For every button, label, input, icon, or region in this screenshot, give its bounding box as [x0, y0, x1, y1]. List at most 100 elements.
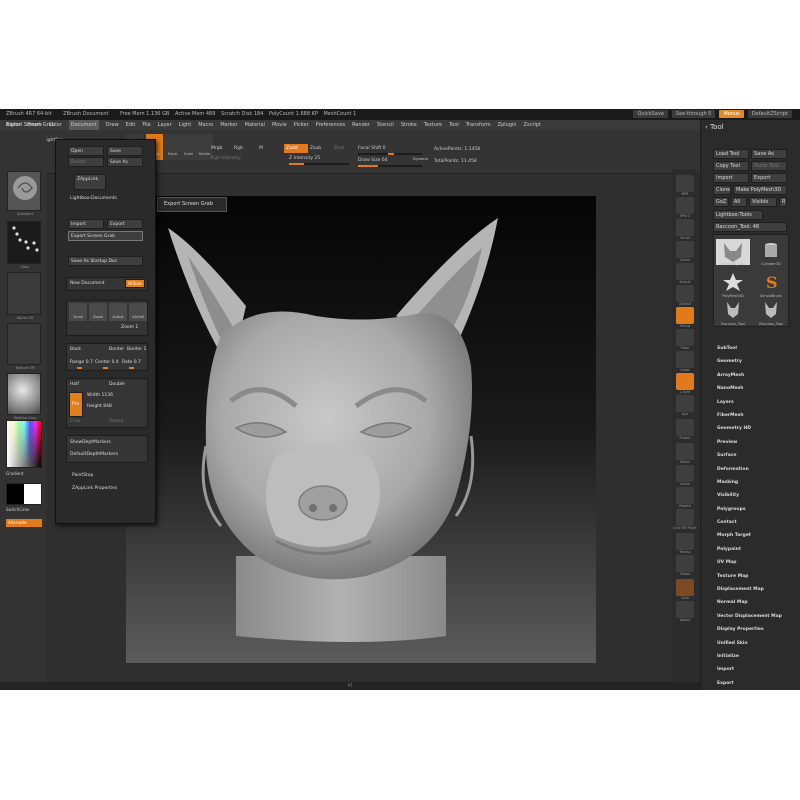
- subpalette-arraymesh[interactable]: ArrayMesh: [717, 369, 799, 382]
- m-button[interactable]: M: [259, 146, 263, 151]
- subpalette-nanomesh[interactable]: NanoMesh: [717, 382, 799, 395]
- border-slider[interactable]: Border 1: [127, 347, 146, 352]
- export-tool-button[interactable]: Export: [751, 173, 787, 183]
- subpalette-uv-map[interactable]: UV Map: [717, 556, 799, 569]
- current-tool-slider[interactable]: Raccoon_Tool: 48: [713, 222, 787, 232]
- lightbox-tools-button[interactable]: Lightbox›Tools: [713, 210, 763, 220]
- subpalette-layers[interactable]: Layers: [717, 396, 799, 409]
- subpalette-normal-map[interactable]: Normal Map: [717, 596, 799, 609]
- export-screen-grab-button[interactable]: Export Screen Grab: [68, 231, 143, 241]
- menu-stroke[interactable]: Stroke: [401, 120, 417, 130]
- quicksave-button[interactable]: QuickSave: [633, 110, 668, 118]
- ghost-button[interactable]: [676, 555, 694, 572]
- subpalette-vector-displacement-map[interactable]: Vector Displacement Map: [717, 610, 799, 623]
- menu-document[interactable]: Document: [68, 120, 99, 130]
- subpalette-geometry[interactable]: Geometry: [717, 355, 799, 368]
- actual-button[interactable]: [676, 263, 694, 280]
- mrgb-button[interactable]: Mrgb: [211, 146, 222, 151]
- make-polymesh-button[interactable]: Make PolyMesh3D: [733, 185, 787, 195]
- menu-picker[interactable]: Picker: [294, 120, 309, 130]
- new-document-button[interactable]: New Document: [70, 281, 105, 286]
- floor-button[interactable]: [676, 329, 694, 346]
- alternate-button[interactable]: Alternate: [6, 519, 42, 527]
- open-button[interactable]: Open: [68, 146, 104, 156]
- xyz-button[interactable]: [676, 395, 694, 412]
- menu-file[interactable]: File: [142, 120, 150, 130]
- menus-button[interactable]: Menus: [719, 110, 744, 118]
- z-intensity-slider[interactable]: Z Intensity 25: [289, 156, 320, 161]
- subpalette-display-properties[interactable]: Display Properties: [717, 623, 799, 636]
- zoom-button[interactable]: [676, 241, 694, 258]
- save-as-tool-button[interactable]: Save As: [751, 149, 787, 159]
- zoom-doc-slider[interactable]: Zoom 1: [121, 325, 138, 330]
- tool-thumbnail[interactable]: Raccoon_Tool: [754, 299, 788, 326]
- spix-3-button[interactable]: [676, 197, 694, 214]
- aahalf-view-button[interactable]: AAHalf: [129, 303, 147, 321]
- texture-thumbnail[interactable]: Texture Off: [7, 323, 41, 370]
- import-button[interactable]: Import: [68, 219, 104, 229]
- menu-preferences[interactable]: Preferences: [316, 120, 345, 130]
- subpalette-unified-skin[interactable]: Unified Skin: [717, 637, 799, 650]
- subpalette-contact[interactable]: Contact: [717, 516, 799, 529]
- menu-stencil[interactable]: Stencil: [377, 120, 394, 130]
- center-slider[interactable]: Center 0.4: [95, 360, 119, 365]
- save-as-button[interactable]: Save As: [107, 157, 143, 167]
- menu-edit[interactable]: Edit: [126, 120, 136, 130]
- subpalette-visibility[interactable]: Visibility: [717, 489, 799, 502]
- subpalette-deformation[interactable]: Deformation: [717, 463, 799, 476]
- subpalette-fibermesh[interactable]: FiberMesh: [717, 409, 799, 422]
- wsize-button[interactable]: WSize: [125, 279, 145, 288]
- range-slider[interactable]: Range 0.7: [70, 360, 93, 365]
- crop-button[interactable]: Crop: [70, 419, 81, 424]
- l-sym-button[interactable]: [676, 373, 694, 390]
- color-picker[interactable]: [6, 420, 42, 468]
- tool-thumbnail[interactable]: Cylinder3D: [754, 239, 788, 266]
- subpalette-export[interactable]: Export: [717, 677, 799, 690]
- visible-button[interactable]: Visible: [749, 197, 777, 207]
- move-button[interactable]: [676, 443, 694, 460]
- height-slider[interactable]: Height 848: [87, 404, 112, 409]
- draw-size-slider[interactable]: Draw Size 64: [358, 158, 388, 163]
- subpalette-import[interactable]: Import: [717, 663, 799, 676]
- menu-transform[interactable]: Transform: [466, 120, 491, 130]
- gradient-button[interactable]: Gradient: [6, 471, 23, 476]
- main-secondary-color-swatch[interactable]: [6, 483, 42, 505]
- zapplink-button[interactable]: ZAppLink: [74, 174, 106, 190]
- subpalette-preview[interactable]: Preview: [717, 436, 799, 449]
- menu-tool[interactable]: Tool: [449, 120, 459, 130]
- copy-tool-button[interactable]: Copy Tool: [713, 161, 749, 171]
- see-through-slider[interactable]: See-through 0: [671, 110, 716, 118]
- document-canvas[interactable]: [126, 196, 596, 663]
- frame-button[interactable]: [676, 419, 694, 436]
- paste-tool-button[interactable]: Paste Tool: [751, 161, 787, 171]
- menu-macro[interactable]: Macro: [198, 120, 213, 130]
- tool-thumbnail[interactable]: Raccoon_Tool: [716, 299, 750, 326]
- actual-view-button[interactable]: Actual: [109, 303, 127, 321]
- goz-button[interactable]: GoZ: [713, 197, 729, 207]
- revert-button[interactable]: Revert: [68, 157, 104, 167]
- transp-button[interactable]: [676, 533, 694, 550]
- brush-thumbnail[interactable]: Standard: [7, 171, 41, 216]
- menu-zplugin[interactable]: Zplugin: [498, 120, 517, 130]
- rotate-button[interactable]: [676, 487, 694, 504]
- all-button[interactable]: All: [731, 197, 747, 207]
- focal-shift-slider[interactable]: Focal Shift 0: [358, 146, 386, 151]
- menu-marker[interactable]: Marker: [220, 120, 237, 130]
- default-depth-markers-button[interactable]: DefaultDepthMarkers: [70, 452, 118, 457]
- bpr-button[interactable]: [676, 175, 694, 192]
- tool-thumbnail[interactable]: S SimpleBrush: [754, 271, 788, 298]
- r-button[interactable]: R: [779, 197, 787, 207]
- border-color-button[interactable]: Border: [109, 347, 124, 352]
- subpalette-subtool[interactable]: SubTool: [717, 342, 799, 355]
- subpalette-displacement-map[interactable]: Displacement Map: [717, 583, 799, 596]
- menu-material[interactable]: Material: [245, 120, 265, 130]
- menu-zscript[interactable]: Zscript: [524, 120, 541, 130]
- subpalette-geometry-hd[interactable]: Geometry HD: [717, 422, 799, 435]
- subpalette-surface[interactable]: Surface: [717, 449, 799, 462]
- line-fill-polyf-button[interactable]: [676, 509, 694, 526]
- subpalette-masking[interactable]: Masking: [717, 476, 799, 489]
- alpha-thumbnail[interactable]: Alpha Off: [7, 272, 41, 320]
- menu-light[interactable]: Light: [179, 120, 191, 130]
- save-button[interactable]: Save: [107, 146, 143, 156]
- resize-button[interactable]: Resize: [109, 419, 123, 424]
